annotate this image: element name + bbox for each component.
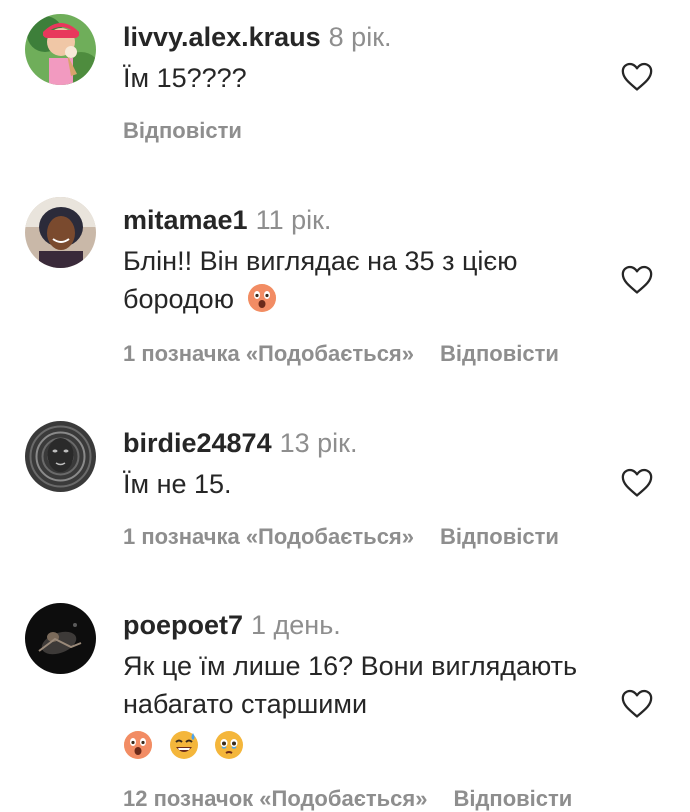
avatar[interactable] xyxy=(25,197,96,268)
reply-button[interactable]: Відповісти xyxy=(440,524,559,549)
reply-button[interactable]: Відповісти xyxy=(440,341,559,366)
heart-icon[interactable] xyxy=(620,466,654,498)
avatar[interactable] xyxy=(25,603,96,674)
reply-button[interactable]: Відповісти xyxy=(123,118,242,143)
comment-time: 8 рік. xyxy=(328,22,392,52)
comment-text: Їм не 15. xyxy=(123,465,593,503)
grinning-sweat-face-icon xyxy=(169,730,199,760)
avatar[interactable] xyxy=(25,14,96,85)
comment-username[interactable]: livvy.alex.kraus xyxy=(123,22,321,52)
comment-meta: 12 позначок «Подобається» Відповісти xyxy=(123,786,598,812)
reply-button[interactable]: Відповісти xyxy=(453,786,572,811)
comment-meta: 1 позначка «Подобається» Відповісти xyxy=(123,524,585,550)
avatar[interactable] xyxy=(25,421,96,492)
likes-count-button[interactable]: 12 позначок «Подобається» xyxy=(123,786,427,811)
astonished-face-icon xyxy=(123,730,153,760)
face-holding-back-tears-icon xyxy=(214,730,244,760)
comment-meta: Відповісти xyxy=(123,118,268,144)
comment-text-body: Їм не 15. xyxy=(123,469,232,499)
comment-emoji-row xyxy=(123,727,593,765)
comment-username[interactable]: birdie24874 xyxy=(123,428,272,458)
comment-text-body: Як це їм лише 16? Вони виглядають набага… xyxy=(123,651,578,719)
heart-icon[interactable] xyxy=(620,687,654,719)
comment-text-body: Їм 15???? xyxy=(123,63,247,93)
likes-count-button[interactable]: 1 позначка «Подобається» xyxy=(123,524,414,549)
comment-username[interactable]: mitamae1 xyxy=(123,205,248,235)
comment-time: 1 день. xyxy=(251,610,341,640)
heart-icon[interactable] xyxy=(620,263,654,295)
heart-icon[interactable] xyxy=(620,60,654,92)
comment-text: Блін!! Він виглядає на 35 з цією бородою xyxy=(123,242,583,318)
comment-meta: 1 позначка «Подобається» Відповісти xyxy=(123,341,585,367)
likes-count-button[interactable]: 1 позначка «Подобається» xyxy=(123,341,414,366)
astonished-face-icon xyxy=(247,283,277,313)
comment-text: Як це їм лише 16? Вони виглядають набага… xyxy=(123,647,588,723)
comment-time: 13 рік. xyxy=(279,428,358,458)
comment-time: 11 рік. xyxy=(255,205,332,235)
comment-text-body: Блін!! Він виглядає на 35 з цією бородою xyxy=(123,246,518,314)
comment-username[interactable]: poepoet7 xyxy=(123,610,243,640)
comment-text: Їм 15???? xyxy=(123,59,593,97)
